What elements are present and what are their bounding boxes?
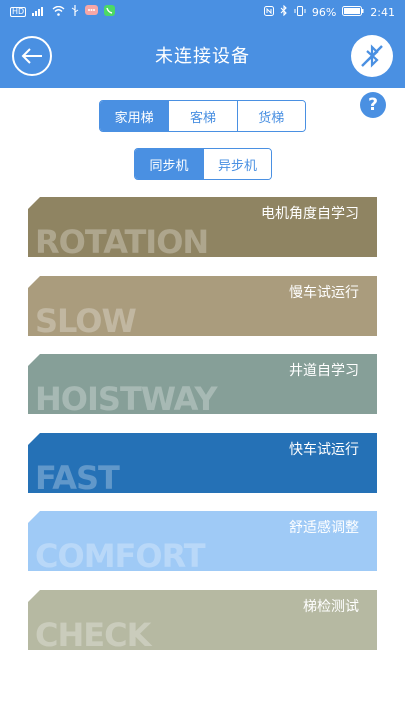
elevator-type-passenger[interactable]: 客梯: [168, 101, 237, 131]
wifi-icon: [52, 5, 65, 19]
usb-icon: [71, 5, 79, 19]
help-button[interactable]: ?: [360, 92, 386, 118]
message-icon: [85, 5, 99, 19]
card-slow[interactable]: SLOW 慢车试运行: [28, 276, 377, 336]
card-watermark: SLOW: [35, 302, 137, 336]
help-icon: ?: [368, 95, 378, 115]
bluetooth-disabled-icon: [361, 44, 383, 68]
card-label: 慢车试运行: [289, 285, 359, 301]
card-watermark: FAST: [35, 459, 120, 493]
nfc-icon: [263, 5, 274, 19]
clock: 2:41: [370, 5, 395, 19]
elevator-type-home[interactable]: 家用梯: [100, 101, 169, 131]
battery-icon: [342, 5, 364, 19]
status-bar: HD 96% 2:41: [0, 0, 405, 24]
hd-icon: HD: [10, 7, 27, 17]
card-label: 井道自学习: [289, 363, 359, 379]
card-label: 电机角度自学习: [261, 206, 359, 222]
card-label: 梯检测试: [303, 599, 359, 615]
battery-percent: 96%: [311, 5, 337, 19]
header-bar: 未连接设备: [0, 24, 405, 88]
card-comfort[interactable]: COMFORT 舒适感调整: [28, 511, 377, 571]
card-rotation[interactable]: ROTATION 电机角度自学习: [28, 197, 377, 257]
motor-type-asynchronous[interactable]: 异步机: [203, 149, 271, 179]
bluetooth-status-icon: [280, 4, 288, 19]
bluetooth-button[interactable]: [351, 35, 393, 77]
card-watermark: COMFORT: [35, 537, 206, 571]
card-check[interactable]: CHECK 梯检测试: [28, 590, 377, 650]
card-hoistway[interactable]: HOISTWAY 井道自学习: [28, 354, 377, 414]
vibrate-icon: [294, 5, 306, 19]
motor-type-selector: 同步机 异步机: [134, 148, 272, 180]
elevator-type-selector: 家用梯 客梯 货梯: [99, 100, 306, 132]
card-watermark: ROTATION: [35, 223, 209, 257]
card-label: 快车试运行: [289, 442, 359, 458]
phone-icon: [104, 5, 116, 19]
elevator-type-freight[interactable]: 货梯: [236, 101, 305, 131]
page-title: 未连接设备: [155, 46, 250, 67]
motor-type-synchronous[interactable]: 同步机: [135, 149, 203, 179]
card-fast[interactable]: FAST 快车试运行: [28, 433, 377, 493]
status-left: HD: [10, 5, 116, 19]
status-right: 96% 2:41: [263, 4, 395, 19]
signal-icon: [32, 6, 46, 19]
card-label: 舒适感调整: [289, 520, 359, 536]
card-watermark: HOISTWAY: [35, 380, 217, 414]
card-watermark: CHECK: [35, 616, 151, 650]
